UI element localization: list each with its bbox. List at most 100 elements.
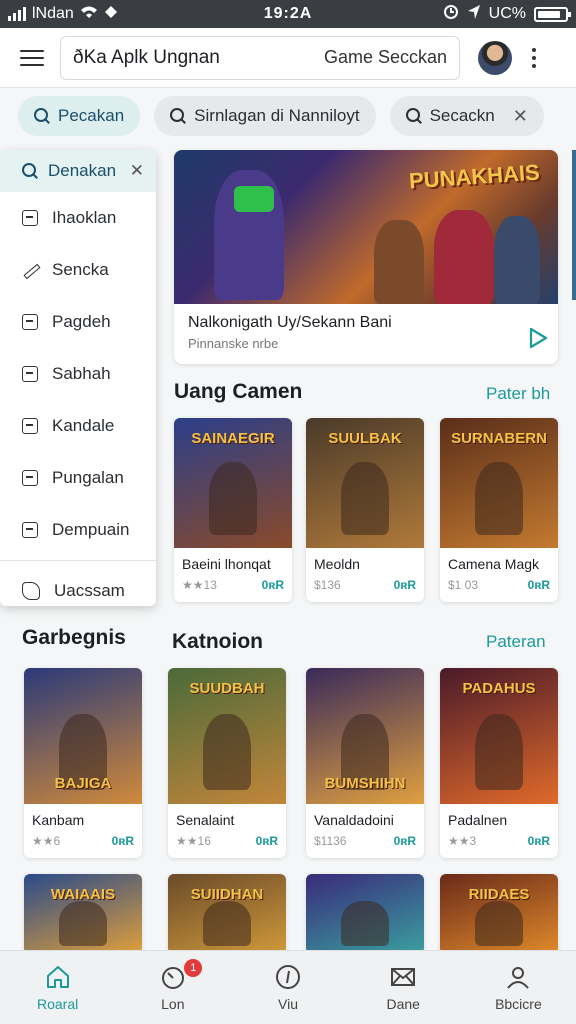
dropdown-item[interactable]: Sencka [0,244,156,296]
game-artwork [306,874,424,954]
chip-pecakan[interactable]: Pecakan [18,96,141,136]
game-logo: SUIIDHAN [190,886,264,903]
gauge-icon [161,966,184,989]
nav-label: Viu [278,995,298,1012]
game-artwork: RIIDAES [440,874,558,954]
game-meta: ★★13 0ʀR [174,574,292,602]
game-logo: BUMSHIHN [324,775,406,792]
avatar[interactable] [478,40,512,75]
game-card[interactable]: RIIDAES [440,874,558,954]
dropdown-item-label: Sencka [52,260,109,279]
game-price: 0ʀR [393,578,416,592]
section-link[interactable]: Pater bh [486,384,550,404]
game-card[interactable]: SUUDBAH Senalaint ★★16 0ʀR [168,668,286,858]
chip-sirnlagan[interactable]: Sirnlagan di Nanniloyt [154,96,376,136]
section-title-uang-camen: Uang Camen [174,380,303,403]
nav-home[interactable]: Roaral [0,951,115,1024]
character-figure [475,901,523,946]
dropdown-item[interactable]: Pagdeh [0,296,156,348]
dropdown-search-label: Denakan [48,161,117,180]
game-logo: SUUDBAH [189,680,265,697]
search-input[interactable]: ðKa Aplk Ungnan Game Secckan [60,35,460,80]
game-logo: SAINAEGIR [191,430,275,447]
game-rating: ★★16 [176,834,211,848]
game-card[interactable]: BAJIGA Kanbam ★★6 0ʀR [24,668,142,858]
game-artwork: SUUDBAH [168,668,286,804]
game-artwork: PADAHUS [440,668,558,804]
game-name: Baeini lhonqat [182,556,271,572]
featured-title: Nalkonigath Uy/Sekann Bani [188,314,392,331]
game-artwork: BUMSHIHN [306,668,424,804]
game-price: 0ʀR [393,834,416,848]
carrier-label: lNdan [32,5,74,22]
checkbox-icon [22,522,38,538]
mail-icon [391,967,416,986]
game-artwork: SUULBAK [306,418,424,548]
character-figure [203,901,251,946]
checkbox-icon [22,470,38,486]
more-options-icon[interactable] [524,47,544,68]
chip-secackn[interactable]: Secackn ✕ [389,96,544,136]
nav-profile[interactable]: Bbcicre [461,951,576,1024]
game-price: 0ʀR [261,578,284,592]
game-meta: ★★16 0ʀR [168,830,286,858]
status-bar: lNdan 19:2A UC% [0,0,576,28]
next-banner-peek[interactable] [572,150,576,300]
character-figure [209,462,257,535]
game-card[interactable]: SAINAEGIR Baeini lhonqat ★★13 0ʀR [174,418,292,602]
game-card[interactable]: WAIAAIS [24,874,142,954]
dropdown-item[interactable]: Ihaoklan [0,192,156,244]
game-card[interactable]: SURNABERN Camena Magk $1 03 0ʀR [440,418,558,602]
nav-dane[interactable]: Dane [346,951,461,1024]
game-artwork: SUIIDHAN [168,874,286,954]
game-artwork: WAIAAIS [24,874,142,954]
person-icon [507,966,530,989]
nav-label: Bbcicre [495,995,542,1012]
section-link[interactable]: Pateran [486,632,546,652]
game-name: Padalnen [448,812,508,828]
dropdown-item[interactable]: Pungalan [0,452,156,504]
close-icon[interactable]: ✕ [513,106,528,127]
dropdown-item[interactable]: Kandale [0,400,156,452]
game-logo: RIIDAES [468,886,530,903]
dropdown-item-label: Ihaoklan [52,208,117,227]
battery-icon [534,6,571,22]
search-icon [22,163,38,179]
character-figure [475,714,523,791]
nav-label: Dane [386,995,420,1012]
game-name: Kanbam [32,812,85,828]
wifi-icon [80,5,98,24]
dropdown-item-label: Pungalan [52,468,124,487]
game-card[interactable]: BUMSHIHN Vanaldadoini $1136 0ʀR [306,668,424,858]
dropdown-search[interactable]: Denakan ✕ [0,150,156,192]
game-meta: $136 0ʀR [306,574,424,602]
game-card[interactable]: SUIIDHAN [168,874,286,954]
character-figure [341,901,389,946]
game-rating: ★★13 [182,578,217,592]
dropdown-item-label: Uacssam [54,581,125,600]
signal-icon [8,7,26,21]
game-meta: $1136 0ʀR [306,830,424,858]
featured-subtitle: Pinnanske nrbe [188,336,279,351]
dropdown-item[interactable]: Dempuain [0,504,156,556]
game-card[interactable]: PADAHUS Padalnen ★★3 0ʀR [440,668,558,858]
game-name: Meoldn [314,556,360,572]
game-card[interactable] [306,874,424,954]
dropdown-footer-item[interactable]: Uacssam [0,565,156,617]
featured-banner[interactable]: PUNAKHAIS Nalkonigath Uy/Sekann Bani Pin… [174,150,558,364]
nav-lon[interactable]: 1 Lon [115,951,230,1024]
dropdown-item[interactable]: Sabhah [0,348,156,400]
puzzle-icon [22,582,40,600]
checkbox-icon [22,366,38,382]
game-logo: PADAHUS [462,680,536,697]
close-icon[interactable]: ✕ [130,161,144,181]
nav-viu[interactable]: Viu [230,951,345,1024]
dropdown-item-label: Pagdeh [52,312,111,331]
menu-icon[interactable] [12,38,52,78]
notification-icon [104,5,118,24]
game-price: 0ʀR [527,578,550,592]
play-icon[interactable] [528,327,548,354]
game-rating: $1136 [314,834,347,848]
game-price: 0ʀR [111,834,134,848]
game-card[interactable]: SUULBAK Meoldn $136 0ʀR [306,418,424,602]
